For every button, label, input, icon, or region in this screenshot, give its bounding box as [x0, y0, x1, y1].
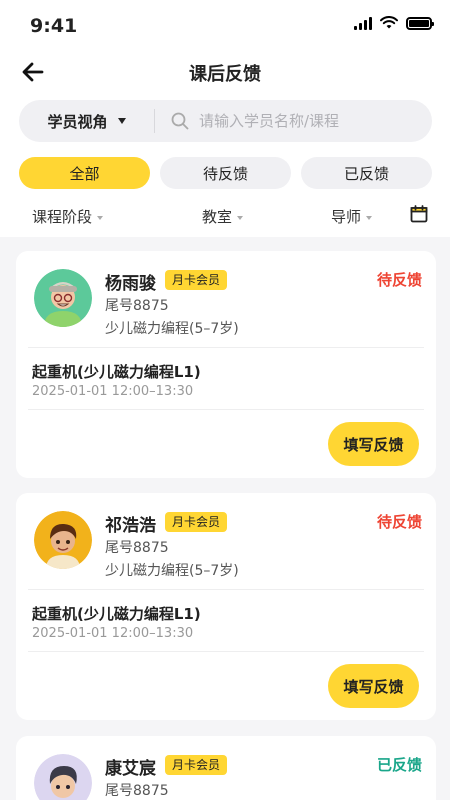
course-name: 少儿磁力编程(5–7岁): [105, 321, 239, 337]
nav-bar: 课后反馈: [0, 52, 450, 92]
search-bar: 学员视角: [19, 100, 432, 142]
wifi-icon: [380, 16, 398, 29]
search-divider: [154, 109, 155, 133]
filter-course-stage[interactable]: 课程阶段: [32, 206, 104, 227]
caret-down-icon: [237, 215, 244, 220]
view-selector[interactable]: 学员视角: [19, 111, 154, 132]
membership-badge: 月卡会员: [165, 270, 228, 290]
filter-classroom[interactable]: 教室: [202, 206, 244, 227]
status-time: 9:41: [30, 15, 78, 37]
phone-tail: 尾号8875: [105, 298, 169, 314]
tab-done[interactable]: 已反馈: [301, 157, 432, 189]
avatar: [34, 269, 92, 327]
membership-badge: 月卡会员: [165, 755, 228, 775]
caret-down-icon: [97, 215, 104, 220]
student-name: 杨雨骏: [105, 274, 156, 294]
lesson-title: 起重机(少儿磁力编程L1): [32, 605, 201, 623]
caret-down-icon: [117, 118, 126, 124]
student-name: 康艾宸: [105, 759, 156, 779]
status-icons: [354, 16, 434, 30]
write-feedback-button[interactable]: 填写反馈: [328, 664, 419, 708]
lesson-time: 2025-01-01 12:00–13:30: [32, 384, 194, 399]
lesson-time: 2025-01-01 12:00–13:30: [32, 626, 194, 641]
filter-tabs: 全部 待反馈 已反馈: [19, 157, 432, 189]
phone-tail: 尾号8875: [105, 783, 169, 799]
filter-classroom-label: 教室: [202, 208, 233, 226]
view-selector-label: 学员视角: [47, 112, 108, 131]
status-badge: 待反馈: [376, 271, 422, 289]
status-badge: 待反馈: [376, 513, 422, 531]
course-name: 少儿磁力编程(5–7岁): [105, 563, 239, 579]
tab-pending[interactable]: 待反馈: [160, 157, 291, 189]
student-card: 祁浩浩 月卡会员 待反馈 尾号8875 少儿磁力编程(5–7岁) 起重机(少儿磁…: [16, 493, 436, 720]
signal-icon: [354, 16, 372, 30]
filter-course-stage-label: 课程阶段: [32, 208, 93, 226]
student-name: 祁浩浩: [105, 516, 156, 536]
filter-mentor-label: 导师: [331, 208, 362, 226]
search-icon: [171, 112, 189, 130]
sort-bar: 课程阶段 教室 导师: [0, 200, 450, 232]
divider: [28, 589, 424, 590]
filter-mentor[interactable]: 导师: [331, 206, 373, 227]
lesson-title: 起重机(少儿磁力编程L1): [32, 363, 201, 381]
status-bar: 9:41: [0, 0, 450, 50]
divider: [28, 347, 424, 348]
tab-all[interactable]: 全部: [19, 157, 150, 189]
student-card: 康艾宸 月卡会员 已反馈 尾号8875: [16, 736, 436, 800]
membership-badge: 月卡会员: [165, 512, 228, 532]
caret-down-icon: [366, 215, 373, 220]
divider: [28, 651, 424, 652]
status-badge: 已反馈: [376, 756, 422, 774]
divider: [28, 409, 424, 410]
search-input[interactable]: [199, 112, 429, 130]
battery-icon: [406, 16, 434, 30]
avatar: [34, 511, 92, 569]
student-card: 杨雨骏 月卡会员 待反馈 尾号8875 少儿磁力编程(5–7岁) 起重机(少儿磁…: [16, 251, 436, 478]
page-title: 课后反馈: [189, 64, 261, 85]
write-feedback-button[interactable]: 填写反馈: [328, 422, 419, 466]
phone-tail: 尾号8875: [105, 540, 169, 556]
avatar: [34, 754, 92, 800]
calendar-icon[interactable]: [410, 205, 428, 223]
